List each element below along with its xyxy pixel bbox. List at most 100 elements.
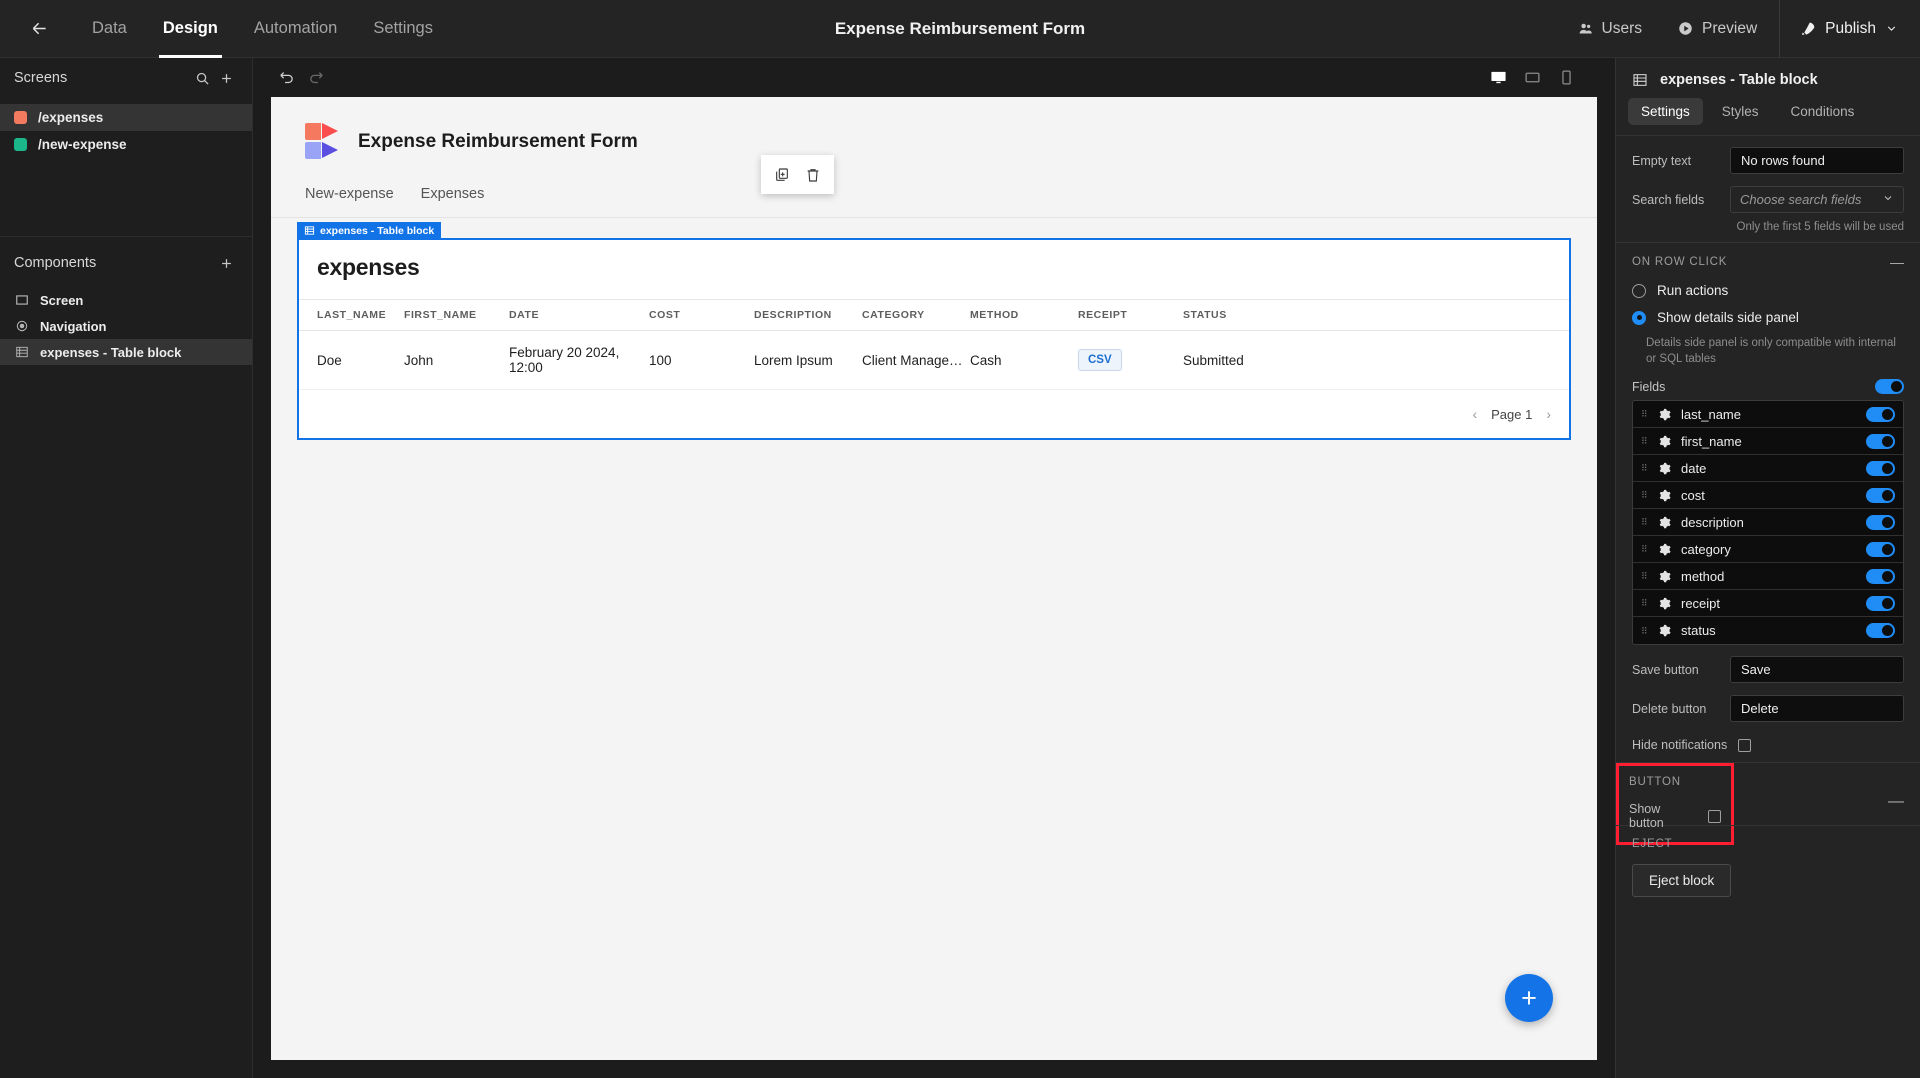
tablet-icon xyxy=(1524,72,1540,83)
hide-notifications-checkbox[interactable] xyxy=(1738,738,1752,752)
drag-handle-icon[interactable]: ⠿ xyxy=(1641,491,1649,500)
field-name: description xyxy=(1681,514,1744,530)
add-component-button[interactable] xyxy=(214,251,238,275)
sidebar-screen-label: /new-expense xyxy=(38,137,127,152)
field-toggle[interactable] xyxy=(1866,623,1895,639)
gear-icon[interactable] xyxy=(1658,408,1672,421)
duplicate-block-button[interactable] xyxy=(771,164,793,186)
tab-settings-panel[interactable]: Settings xyxy=(1628,98,1703,125)
receipt-csv-chip[interactable]: CSV xyxy=(1078,349,1122,371)
field-toggle[interactable] xyxy=(1866,568,1895,584)
page-nav-expenses[interactable]: Expenses xyxy=(421,186,485,202)
field-row-description[interactable]: ⠿ description xyxy=(1633,509,1903,537)
col-receipt[interactable]: RECEIPT xyxy=(1078,299,1183,331)
cell-last-name: Doe xyxy=(299,330,404,390)
option-show-details-side-panel[interactable]: Show details side panel xyxy=(1616,304,1920,331)
component-item-navigation[interactable]: Navigation xyxy=(0,313,252,339)
back-button[interactable] xyxy=(22,12,56,46)
field-row-method[interactable]: ⠿ method xyxy=(1633,563,1903,591)
field-row-first-name[interactable]: ⠿ first_name xyxy=(1633,428,1903,456)
col-category[interactable]: CATEGORY xyxy=(862,299,970,331)
drag-handle-icon[interactable]: ⠿ xyxy=(1641,464,1649,473)
empty-text-input[interactable] xyxy=(1731,148,1903,173)
field-toggle[interactable] xyxy=(1866,595,1895,611)
sidebar-screen-expenses[interactable]: /expenses xyxy=(0,104,252,131)
field-toggle[interactable] xyxy=(1866,460,1895,476)
field-row-date[interactable]: ⠿ date xyxy=(1633,455,1903,483)
save-button-field[interactable] xyxy=(1730,656,1904,684)
collapse-button-section-button[interactable]: — xyxy=(1888,793,1904,811)
option-run-actions[interactable]: Run actions xyxy=(1616,277,1920,304)
col-status[interactable]: STATUS xyxy=(1183,299,1569,331)
tab-settings[interactable]: Settings xyxy=(355,0,451,58)
gear-icon[interactable] xyxy=(1658,624,1672,637)
save-button-input[interactable] xyxy=(1731,657,1903,683)
drag-handle-icon[interactable]: ⠿ xyxy=(1641,599,1649,608)
col-cost[interactable]: COST xyxy=(649,299,754,331)
field-name: category xyxy=(1681,541,1731,557)
device-tablet-button[interactable] xyxy=(1517,65,1547,91)
drag-handle-icon[interactable]: ⠿ xyxy=(1641,437,1649,446)
field-toggle[interactable] xyxy=(1866,406,1895,422)
delete-button-input[interactable] xyxy=(1731,696,1903,722)
drag-handle-icon[interactable]: ⠿ xyxy=(1641,545,1649,554)
device-desktop-button[interactable] xyxy=(1483,65,1513,91)
component-item-expenses-table-block[interactable]: expenses - Table block xyxy=(0,339,252,365)
fields-master-toggle[interactable] xyxy=(1875,379,1904,395)
add-screen-button[interactable] xyxy=(214,66,238,90)
users-button[interactable]: Users xyxy=(1560,0,1660,58)
delete-block-button[interactable] xyxy=(802,164,824,186)
gear-icon[interactable] xyxy=(1658,570,1672,583)
component-item-screen[interactable]: Screen xyxy=(0,287,252,313)
gear-icon[interactable] xyxy=(1658,462,1672,475)
tab-design[interactable]: Design xyxy=(145,0,236,58)
gear-icon[interactable] xyxy=(1658,597,1672,610)
redo-button[interactable] xyxy=(301,64,331,92)
search-screens-button[interactable] xyxy=(190,66,214,90)
search-fields-select[interactable]: Choose search fields xyxy=(1730,186,1904,213)
field-row-status[interactable]: ⠿ status xyxy=(1633,617,1903,645)
field-row-cost[interactable]: ⠿ cost xyxy=(1633,482,1903,510)
col-method[interactable]: METHOD xyxy=(970,299,1078,331)
field-toggle[interactable] xyxy=(1866,433,1895,449)
gear-icon[interactable] xyxy=(1658,489,1672,502)
gear-icon[interactable] xyxy=(1658,516,1672,529)
field-name: method xyxy=(1681,568,1725,584)
drag-handle-icon[interactable]: ⠿ xyxy=(1641,626,1649,635)
field-toggle[interactable] xyxy=(1866,487,1895,503)
field-row-receipt[interactable]: ⠿ receipt xyxy=(1633,590,1903,618)
drag-handle-icon[interactable]: ⠿ xyxy=(1641,410,1649,419)
tab-conditions-panel[interactable]: Conditions xyxy=(1778,98,1868,125)
delete-button-field[interactable] xyxy=(1730,695,1904,723)
drag-handle-icon[interactable]: ⠿ xyxy=(1641,518,1649,527)
eject-block-button[interactable]: Eject block xyxy=(1632,864,1732,898)
preview-button[interactable]: Preview xyxy=(1660,0,1775,58)
next-page-button[interactable]: › xyxy=(1546,406,1551,422)
tab-automation[interactable]: Automation xyxy=(236,0,355,58)
col-first-name[interactable]: FIRST_NAME xyxy=(404,299,509,331)
show-button-checkbox[interactable] xyxy=(1708,809,1721,823)
prev-page-button[interactable]: ‹ xyxy=(1472,406,1477,422)
publish-button[interactable]: Publish xyxy=(1784,0,1920,58)
tab-data[interactable]: Data xyxy=(74,0,145,58)
field-toggle[interactable] xyxy=(1866,514,1895,530)
col-date[interactable]: DATE xyxy=(509,299,649,331)
expenses-table-block[interactable]: expenses LAST_NAME FIRST_NAME DATE COST … xyxy=(297,238,1571,440)
col-last-name[interactable]: LAST_NAME xyxy=(299,299,404,331)
undo-button[interactable] xyxy=(271,64,301,92)
field-row-last-name[interactable]: ⠿ last_name xyxy=(1633,401,1903,429)
page-nav-new-expense[interactable]: New-expense xyxy=(305,186,394,202)
table-row[interactable]: Doe John February 20 2024, 12:00 100 Lor… xyxy=(299,330,1569,390)
col-description[interactable]: DESCRIPTION xyxy=(754,299,862,331)
add-block-fab[interactable]: + xyxy=(1505,974,1553,1022)
device-mobile-button[interactable] xyxy=(1551,65,1581,91)
gear-icon[interactable] xyxy=(1658,435,1672,448)
sidebar-screen-new-expense[interactable]: /new-expense xyxy=(0,131,252,158)
empty-text-field[interactable] xyxy=(1730,147,1904,174)
collapse-on-row-click-button[interactable]: — xyxy=(1890,255,1904,269)
field-row-category[interactable]: ⠿ category xyxy=(1633,536,1903,564)
tab-styles-panel[interactable]: Styles xyxy=(1709,98,1772,125)
gear-icon[interactable] xyxy=(1658,543,1672,556)
field-toggle[interactable] xyxy=(1866,541,1895,557)
drag-handle-icon[interactable]: ⠿ xyxy=(1641,572,1649,581)
